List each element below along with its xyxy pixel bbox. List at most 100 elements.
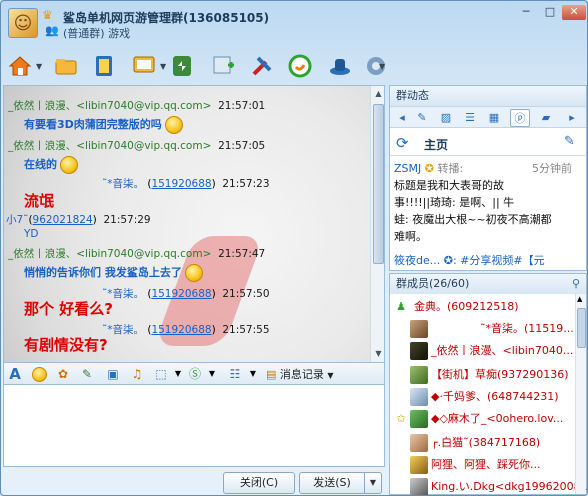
members-scrollbar[interactable]: ▲ <box>575 294 586 494</box>
message-history-button[interactable]: ▤ 消息记录 ▼ <box>266 366 334 382</box>
home-label[interactable]: 主页 <box>424 136 448 153</box>
members-header: 群成员(26/60) ⚲ <box>390 274 586 294</box>
tools-icon[interactable] <box>247 51 277 81</box>
sender-name[interactable]: ˜*音柒。 <box>102 324 144 336</box>
group-avatar[interactable]: ☺ <box>8 8 38 38</box>
message-header: 小7˜(962021824) 21:57:29 <box>6 214 151 226</box>
chevron-down-icon[interactable]: ▼ <box>203 365 221 383</box>
game-icon[interactable] <box>167 51 197 81</box>
sogou-input-icon[interactable]: Ⓢ <box>186 365 204 383</box>
member-row[interactable]: ◆·千妈爹、(648744231) <box>390 386 575 408</box>
magic-emoji-icon[interactable]: ✿ <box>54 365 72 383</box>
sender-name[interactable]: 小7˜ <box>6 214 28 226</box>
member-row[interactable]: King.い.Dkg<dkg19962008... <box>390 476 587 495</box>
chevron-down-icon[interactable]: ▼ <box>379 62 385 71</box>
member-name: ┌.白猫˜(384717168) <box>431 436 541 449</box>
search-icon[interactable]: ⚲ <box>572 274 580 294</box>
chevron-down-icon[interactable]: ▼ <box>160 62 166 71</box>
tab-weibo-icon[interactable]: ⓟ <box>510 109 530 127</box>
chevron-down-icon[interactable]: ▼ <box>169 365 187 383</box>
avatar <box>410 342 428 360</box>
title-bar[interactable]: ☺ ♛ 鲨岛单机网页游管理群(136085105) 👥 (普通群) 游戏 ─ □… <box>1 1 587 47</box>
tab-notice-icon[interactable]: ✎ <box>412 109 432 127</box>
feed-user[interactable]: ZSMJ <box>394 162 421 175</box>
chevron-down-icon[interactable]: ▼ <box>244 365 262 383</box>
send-options-button[interactable]: ▼ <box>364 472 382 494</box>
qq-link[interactable]: 962021824 <box>33 214 93 226</box>
screenshot-icon[interactable]: ⬚ <box>152 365 170 383</box>
qq-link[interactable]: 151920688 <box>151 288 211 300</box>
folder-icon[interactable] <box>51 51 81 81</box>
input-toolbar: A ✿ ✎ ▣ ♫ ⬚ ▼ Ⓢ ▼ ☷ ▼ ▤ 消息记录 ▼ <box>3 363 385 385</box>
message-text: 有要看3D肉蒲团完整版的吗 <box>24 116 184 134</box>
tab-album-icon[interactable]: ▨ <box>436 109 456 127</box>
history-icon: ▤ <box>266 368 277 381</box>
close-button[interactable]: 关闭(C) <box>223 472 295 494</box>
scroll-up-icon[interactable]: ▲ <box>577 295 582 303</box>
hat-icon[interactable] <box>325 51 355 81</box>
plugin-icon[interactable] <box>361 51 391 81</box>
members-panel: 群成员(26/60) ⚲ ♟ 金典。(609212518) ˜*音柒。(11519.… <box>389 273 587 495</box>
dynamics-header: 群动态 <box>390 86 586 106</box>
maximize-button[interactable]: □ <box>538 5 562 20</box>
sender-name[interactable]: _依然丨浪漫、<libin7040@vip.qq.com> <box>8 100 211 112</box>
music-icon[interactable]: ♫ <box>128 365 146 383</box>
tab-grid-icon[interactable]: ▦ <box>484 109 504 127</box>
app-icon[interactable] <box>209 51 239 81</box>
scroll-up-icon[interactable]: ▲ <box>373 88 384 100</box>
message-text: 有剧情没有? <box>24 334 108 355</box>
member-name: _依然丨浪漫、<libin7040... <box>431 344 574 357</box>
sender-name[interactable]: _依然丨浪漫、<libin7040@vip.qq.com> <box>8 248 211 260</box>
member-row[interactable]: _依然丨浪漫、<libin7040... <box>390 340 575 362</box>
message-list: _依然丨浪漫、<libin7040@vip.qq.com> 21:57:01 有… <box>4 86 370 362</box>
tab-prev-icon[interactable]: ◂ <box>392 109 412 127</box>
member-row[interactable]: 阿狸、阿狸、踩死你... <box>390 454 575 476</box>
compose-icon[interactable]: ✎ <box>564 134 575 149</box>
message-body: 流氓 <box>24 192 55 210</box>
minimize-button[interactable]: ─ <box>514 5 538 20</box>
refresh-icon[interactable]: ⟳ <box>396 134 409 152</box>
chevron-down-icon[interactable]: ▼ <box>36 62 42 71</box>
member-row[interactable]: ✩ ◆◇麻木了_<0ohero.lov... <box>390 408 575 430</box>
chat-history[interactable]: _依然丨浪漫、<libin7040@vip.qq.com> 21:57:01 有… <box>3 85 385 363</box>
member-row[interactable]: ˜*音柒。(11519... <box>390 318 575 340</box>
message-time: 21:57:55 <box>222 324 270 336</box>
member-name: ◆·千妈爹、(648744231) <box>431 390 559 403</box>
scroll-thumb[interactable] <box>577 308 586 348</box>
screen-icon[interactable] <box>129 51 159 81</box>
group-toolbar: ▼ ▼ ▼ <box>1 49 587 85</box>
emoji-icon[interactable] <box>30 365 48 383</box>
sogou-icon[interactable] <box>285 51 315 81</box>
feed-action: 转播: <box>437 162 464 175</box>
qq-link[interactable]: 151920688 <box>151 178 211 190</box>
avatar <box>410 434 428 452</box>
scroll-thumb[interactable] <box>373 104 384 264</box>
avatar <box>410 366 428 384</box>
chat-scrollbar[interactable]: ▲ ▼ <box>370 86 384 362</box>
feed-time: 5分钟前 <box>532 162 572 175</box>
shake-icon[interactable]: ☷ <box>226 365 244 383</box>
send-button[interactable]: 发送(S) <box>299 472 365 494</box>
qq-link[interactable]: 151920688 <box>151 324 211 336</box>
close-window-button[interactable]: ✕ <box>562 5 586 20</box>
message-text: YD <box>24 228 39 240</box>
tab-list-icon[interactable]: ☰ <box>460 109 480 127</box>
member-row[interactable]: ♟ 金典。(609212518) <box>390 296 575 318</box>
sender-name[interactable]: ˜*音柒。 <box>102 178 144 190</box>
image-icon[interactable]: ▣ <box>104 365 122 383</box>
member-row[interactable]: 【街机】草痴(937290136) <box>390 364 575 386</box>
tab-next-icon[interactable]: ▸ <box>562 109 582 127</box>
pen-icon[interactable]: ✎ <box>78 365 96 383</box>
sender-name[interactable]: _依然丨浪漫、<libin7040@vip.qq.com> <box>8 140 211 152</box>
album-icon[interactable] <box>89 51 119 81</box>
tab-share-icon[interactable]: ▰ <box>536 109 556 127</box>
message-text: 那个 好看么? <box>24 298 113 319</box>
member-row[interactable]: ┌.白猫˜(384717168) <box>390 432 575 454</box>
feed-next[interactable]: 筱夜de... ✪: #分享视频#【元 <box>394 252 580 269</box>
feed-meta: ZSMJ ✪ 转播: 5分钟前 <box>394 160 580 177</box>
scroll-down-icon[interactable]: ▼ <box>373 348 384 360</box>
message-input[interactable] <box>3 385 385 467</box>
home-icon[interactable] <box>5 51 35 81</box>
message-time: 21:57:23 <box>222 178 270 190</box>
font-icon[interactable]: A <box>6 365 24 383</box>
